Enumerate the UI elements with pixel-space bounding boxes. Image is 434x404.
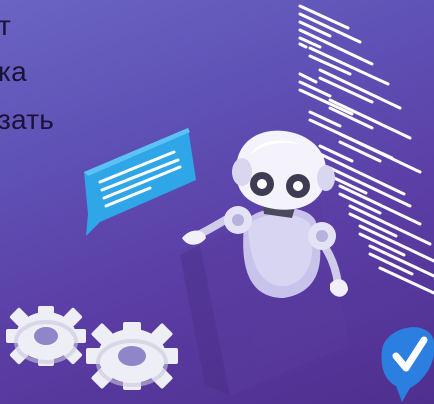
caption-line-2: ка	[0, 56, 27, 87]
speech-bubble-icon	[84, 128, 196, 236]
check-badge-icon	[381, 327, 434, 402]
illustration-scene: т ка зать	[0, 0, 434, 404]
robot-illustration	[6, 4, 434, 402]
caption-line-1: т	[0, 10, 12, 41]
caption-line-3: зать	[0, 104, 55, 135]
gear-icon	[6, 306, 178, 390]
